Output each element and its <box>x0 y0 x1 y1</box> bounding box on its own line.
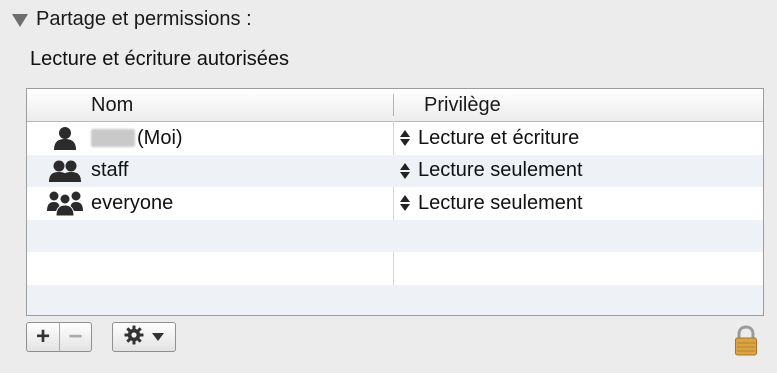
empty-row <box>27 219 763 252</box>
single-user-icon <box>45 125 85 151</box>
empty-row <box>27 252 763 285</box>
column-header-privilege[interactable]: Privilège <box>394 89 763 121</box>
chevron-down-icon <box>152 333 164 341</box>
table-row[interactable]: staff Lecture seulement <box>27 154 763 188</box>
user-name: (Moi) <box>137 126 183 149</box>
sharing-permissions-panel: Partage et permissions : Lecture et écri… <box>0 0 777 373</box>
column-header-name[interactable]: Nom <box>27 89 393 121</box>
table-row[interactable]: everyone Lecture seulement <box>27 187 763 220</box>
name-cell: staff <box>27 155 393 188</box>
group-name: staff <box>91 159 129 182</box>
section-header[interactable]: Partage et permissions : <box>12 6 252 32</box>
privilege-popup[interactable]: Lecture et écriture <box>393 122 763 155</box>
permission-status-text: Lecture et écriture autorisées <box>30 48 290 70</box>
permissions-toolbar: + − <box>26 322 176 352</box>
popup-arrows-icon <box>398 162 412 179</box>
privilege-popup[interactable]: Lecture seulement <box>393 155 763 188</box>
table-row[interactable]: (Moi) Lecture et écriture <box>27 122 763 155</box>
everyone-group-icon <box>45 190 85 217</box>
empty-row <box>27 284 763 315</box>
section-title: Partage et permissions : <box>36 7 252 30</box>
table-body: (Moi) Lecture et écriture staff Lecture … <box>27 122 763 315</box>
privilege-value: Lecture et écriture <box>418 126 580 149</box>
popup-arrows-icon <box>398 195 412 212</box>
privilege-value: Lecture seulement <box>418 191 583 214</box>
permissions-table: Nom Privilège (Moi) Lecture et écriture … <box>26 88 764 316</box>
add-remove-group: + − <box>26 322 92 352</box>
disclosure-triangle-down-icon[interactable] <box>12 13 28 27</box>
popup-arrows-icon <box>398 130 412 147</box>
add-button[interactable]: + <box>27 323 59 351</box>
name-cell: (Moi) <box>27 122 393 155</box>
gear-icon <box>124 325 144 350</box>
group-icon <box>45 158 85 184</box>
table-header: Nom Privilège <box>27 89 763 122</box>
action-menu-button[interactable] <box>112 322 176 352</box>
redacted-username <box>91 129 135 148</box>
remove-button[interactable]: − <box>59 323 91 351</box>
privilege-popup[interactable]: Lecture seulement <box>393 187 763 220</box>
name-cell: everyone <box>27 187 393 220</box>
group-name: everyone <box>91 191 174 214</box>
privilege-value: Lecture seulement <box>418 159 583 182</box>
lock-icon[interactable] <box>734 325 758 357</box>
